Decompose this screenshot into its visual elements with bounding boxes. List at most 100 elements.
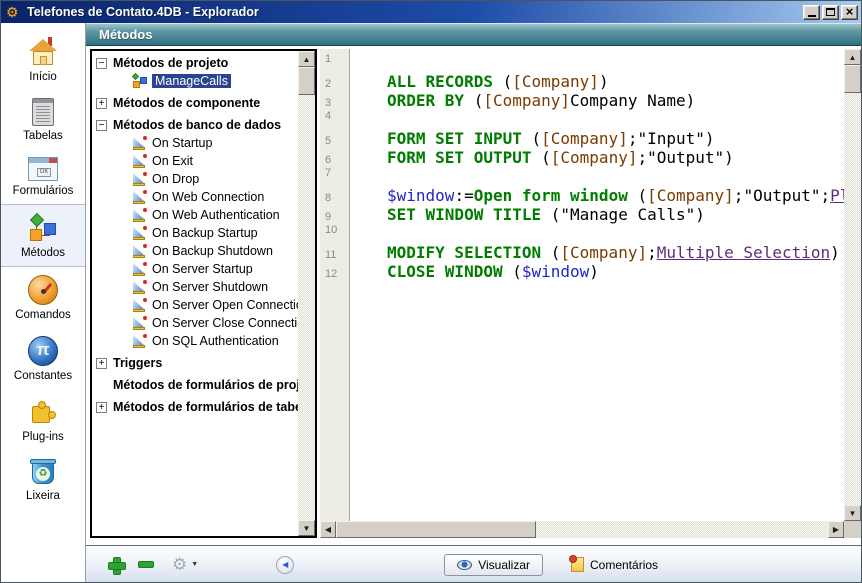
sidebar-item-formularios[interactable]: Formulários (1, 149, 85, 204)
tree-row[interactable]: On SQL Authentication (132, 332, 298, 350)
sidebar-item-label: Início (29, 71, 57, 83)
comentarios-button[interactable]: Comentários (571, 557, 658, 572)
code-token: Plain form window (830, 186, 844, 205)
comentarios-label: Comentários (590, 558, 658, 572)
sidebar-item-tabelas[interactable]: Tabelas (1, 90, 85, 149)
visualizar-button[interactable]: Visualizar (444, 554, 543, 576)
minimize-icon (808, 15, 816, 17)
code-token: Multiple Selection (657, 243, 830, 262)
code-token: ) (589, 262, 599, 281)
scrollbar-thumb[interactable] (844, 65, 861, 93)
tree-row[interactable]: On Server Shutdown (132, 278, 298, 296)
scroll-up-button[interactable] (298, 51, 315, 67)
tree-row[interactable]: On Server Startup (132, 260, 298, 278)
collapse-panel-button[interactable] (276, 556, 294, 574)
tree-row[interactable]: On Web Connection (132, 188, 298, 206)
tree-row[interactable]: + Triggers (96, 354, 298, 372)
tree-item-label: On Exit (152, 154, 193, 168)
tree-expander[interactable]: − (96, 120, 107, 131)
code-horizontal-scrollbar[interactable] (320, 521, 844, 538)
titlebar[interactable]: Telefones de Contato.4DB - Explorador (1, 1, 861, 23)
code-token: ; (734, 186, 744, 205)
code-token: [Company] (647, 186, 734, 205)
tree-row[interactable]: On Server Open Connection (132, 296, 298, 314)
code-line: 12 CLOSE WINDOW ($window) (320, 262, 844, 281)
tree-row[interactable]: Métodos de formulários de projeto (96, 376, 298, 394)
scroll-down-button[interactable] (844, 505, 861, 521)
code-token: ) (705, 129, 715, 148)
tree-item-label: On Server Open Connection (152, 298, 298, 312)
gear-menu-button[interactable] (172, 556, 187, 573)
code-editor[interactable]: 1 2 ALL RECORDS ([Company]) 3 ORDER BY (… (320, 49, 861, 538)
tree-row[interactable]: On Backup Startup (132, 224, 298, 242)
code-token: ) (686, 91, 696, 110)
sidebar-item-lixeira[interactable]: Lixeira (1, 450, 85, 509)
sidebar-item-comandos[interactable]: Comandos (1, 267, 85, 328)
tree-row[interactable]: − Métodos de banco de dados (96, 116, 298, 134)
window-title: Telefones de Contato.4DB - Explorador (27, 5, 798, 19)
scrollbar-track[interactable] (536, 521, 828, 538)
scrollbar-track[interactable] (298, 95, 315, 520)
chevron-down-icon[interactable] (191, 561, 198, 568)
tree-row[interactable]: On Backup Shutdown (132, 242, 298, 260)
tree-expander[interactable]: + (96, 402, 107, 413)
code-text: ORDER BY ([Company]Company Name) (350, 91, 844, 110)
code-token: ; (821, 186, 831, 205)
sidebar-item-label: Constantes (14, 370, 72, 382)
code-token: ( (522, 129, 541, 148)
scroll-right-button[interactable] (828, 521, 844, 538)
tree-expander[interactable]: + (96, 98, 107, 109)
tree-row[interactable]: On Drop (132, 170, 298, 188)
code-token: ) (830, 243, 840, 262)
tree-row[interactable]: On Web Authentication (132, 206, 298, 224)
tree-expander[interactable]: − (96, 58, 107, 69)
code-token: ; (647, 243, 657, 262)
code-token: [Company] (512, 72, 599, 91)
db-method-icon (132, 135, 148, 151)
sidebar-item-constantes[interactable]: Constantes (1, 328, 85, 389)
code-token: [Company] (560, 243, 647, 262)
delete-method-button[interactable] (138, 561, 154, 568)
section-header: Métodos (86, 23, 861, 46)
tree-row[interactable]: On Server Close Connection (132, 314, 298, 332)
scrollbar-thumb[interactable] (298, 67, 315, 95)
tree-row[interactable]: + Métodos de componente (96, 94, 298, 112)
tree-item-label: ManageCalls (152, 74, 231, 88)
close-button[interactable] (841, 5, 858, 20)
tree-item-label: Métodos de formulários de projeto (113, 378, 298, 392)
tree-item-label: Métodos de banco de dados (113, 118, 281, 132)
tree-item-selected[interactable]: ManageCalls (132, 72, 298, 90)
tree-item-label: On Backup Startup (152, 226, 258, 240)
scroll-up-button[interactable] (844, 49, 861, 65)
code-vertical-scrollbar[interactable] (844, 49, 861, 521)
line-number: 2 (320, 78, 350, 90)
scroll-left-button[interactable] (320, 521, 336, 538)
line-number: 10 (320, 224, 350, 236)
minimize-button[interactable] (803, 5, 820, 20)
code-line: 11 MODIFY SELECTION ([Company];Multiple … (320, 243, 844, 262)
tree-row[interactable]: On Exit (132, 152, 298, 170)
add-method-button[interactable] (108, 557, 124, 573)
scrollbar-thumb[interactable] (336, 521, 536, 538)
code-token: $window (522, 262, 589, 281)
sidebar-item-inicio[interactable]: Início (1, 29, 85, 90)
main-panel: Métodos − Métodos de projeto ManageCalls… (86, 23, 861, 583)
scrollbar-track[interactable] (844, 93, 861, 505)
tree-vertical-scrollbar[interactable] (298, 51, 315, 536)
tree-row[interactable]: On Startup (132, 134, 298, 152)
tree-item-label: On Drop (152, 172, 199, 186)
code-token: ) (724, 148, 734, 167)
scroll-down-button[interactable] (298, 520, 315, 536)
line-number: 4 (320, 110, 350, 122)
sidebar-item-metodos[interactable]: Métodos (1, 204, 85, 267)
tree-row[interactable]: + Métodos de formulários de tabela (96, 398, 298, 416)
code-token: ( (541, 205, 560, 224)
code-token: "Manage Calls" (560, 205, 695, 224)
methods-tree[interactable]: − Métodos de projeto ManageCalls + Métod… (92, 51, 298, 416)
code-line: 9 SET WINDOW TITLE ("Manage Calls") (320, 205, 844, 224)
maximize-button[interactable] (822, 5, 839, 20)
tree-expander[interactable]: + (96, 358, 107, 369)
sidebar-item-plugins[interactable]: Plug-ins (1, 389, 85, 450)
window-buttons (803, 5, 858, 20)
tree-row[interactable]: − Métodos de projeto (96, 54, 298, 72)
